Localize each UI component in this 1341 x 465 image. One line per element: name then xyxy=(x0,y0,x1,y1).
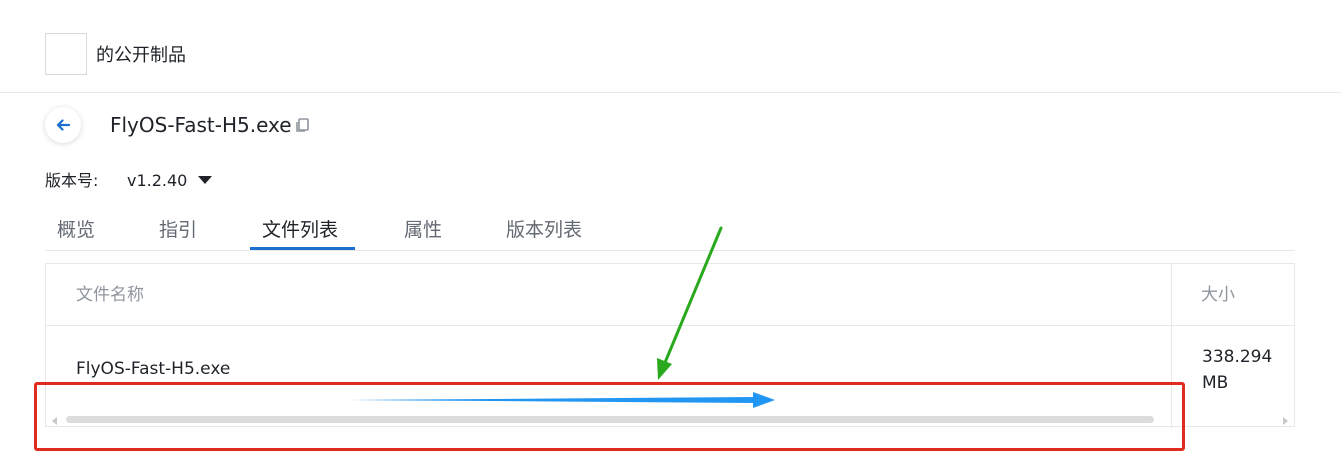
active-tab-indicator xyxy=(250,247,355,250)
file-table: 文件名称 大小 FlyOS-Fast-H5.exe 338.294 MB xyxy=(45,263,1295,428)
page-title: 的公开制品 xyxy=(96,45,186,66)
tab-overview[interactable]: 概览 xyxy=(57,218,95,242)
caret-down-icon[interactable] xyxy=(198,176,212,184)
tab-bar: 概览 指引 文件列表 属性 版本列表 xyxy=(45,206,1295,251)
copy-icon[interactable] xyxy=(294,117,310,133)
tab-file-list[interactable]: 文件列表 xyxy=(262,218,338,242)
tab-version-list[interactable]: 版本列表 xyxy=(506,218,582,242)
artifact-name: FlyOS-Fast-H5.exe xyxy=(110,113,292,137)
back-button[interactable] xyxy=(45,107,81,143)
column-header-size: 大小 xyxy=(1201,285,1235,305)
avatar xyxy=(45,33,87,75)
tab-guide[interactable]: 指引 xyxy=(159,218,197,242)
column-divider xyxy=(1171,264,1172,428)
file-size-cell: 338.294 MB xyxy=(1202,344,1282,396)
version-label: 版本号: xyxy=(45,171,99,190)
page: 的公开制品 FlyOS-Fast-H5.exe 版本号: v1.2.40 概览 … xyxy=(0,0,1341,465)
scroll-right-arrow-icon[interactable] xyxy=(1283,417,1288,425)
scrollbar-thumb[interactable] xyxy=(66,416,1154,423)
column-header-filename: 文件名称 xyxy=(76,285,144,305)
scroll-left-arrow-icon[interactable] xyxy=(52,417,57,425)
horizontal-scrollbar[interactable] xyxy=(48,414,1292,426)
file-name-cell: FlyOS-Fast-H5.exe xyxy=(76,359,231,379)
page-header: 的公开制品 xyxy=(0,0,1341,93)
tab-properties[interactable]: 属性 xyxy=(404,218,442,242)
file-size-value: 338.294 xyxy=(1202,347,1273,367)
version-select[interactable]: v1.2.40 xyxy=(127,170,187,192)
table-header-row: 文件名称 大小 xyxy=(46,264,1294,326)
arrow-left-icon xyxy=(56,119,71,131)
file-size-unit: MB xyxy=(1202,373,1229,393)
